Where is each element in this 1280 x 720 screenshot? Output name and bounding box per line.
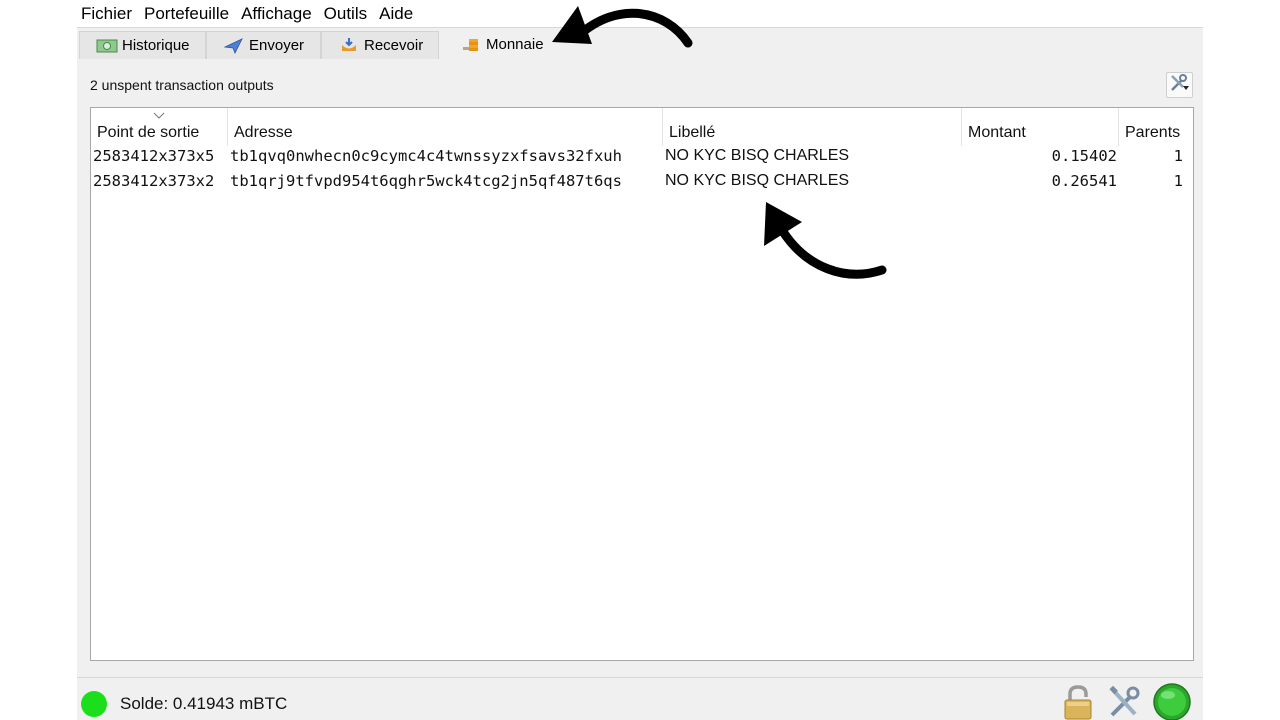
address-cell: tb1qvq0nwhecn0c9cymc4c4twnssyzxfsavs32fx… bbox=[230, 146, 622, 165]
annotation-arrow-icon bbox=[764, 202, 887, 279]
menu-fichier[interactable]: Fichier bbox=[81, 4, 132, 24]
tab-monnaie[interactable]: Monnaie bbox=[439, 29, 554, 59]
amount-cell: 0.26541 bbox=[1051, 171, 1117, 190]
address-cell: tb1qrj9tfvpd954t6qghr5wck4tcg2jn5qf487t6… bbox=[230, 171, 622, 190]
column-header-amount[interactable]: Montant bbox=[962, 108, 1119, 146]
column-header-address[interactable]: Adresse bbox=[228, 108, 663, 146]
outpoint-cell: 2583412x373x5 bbox=[93, 146, 215, 165]
table-row[interactable]: 2583412x373x2 tb1qrj9tfvpd954t6qghr5wck4… bbox=[91, 168, 1193, 193]
parents-cell: 1 bbox=[1173, 146, 1183, 165]
menu-portefeuille[interactable]: Portefeuille bbox=[144, 4, 229, 24]
tab-label: Monnaie bbox=[486, 36, 544, 53]
lock-icon[interactable] bbox=[1061, 684, 1095, 720]
outpoint-cell: 2583412x373x2 bbox=[93, 171, 215, 190]
column-header-parents[interactable]: Parents bbox=[1119, 108, 1193, 146]
network-status-icon[interactable] bbox=[1152, 682, 1192, 720]
send-icon bbox=[223, 37, 245, 55]
tab-recevoir[interactable]: Recevoir bbox=[321, 31, 439, 59]
electrum-window: Fichier Portefeuille Affichage Outils Ai… bbox=[77, 0, 1203, 720]
table-row[interactable]: 2583412x373x5 tb1qvq0nwhecn0c9cymc4c4twn… bbox=[91, 143, 1193, 168]
status-bar: Solde: 0.41943 mBTC bbox=[77, 677, 1203, 720]
table-header: Point de sortie Adresse Libellé Montant … bbox=[91, 108, 1193, 146]
menu-outils[interactable]: Outils bbox=[324, 4, 367, 24]
history-icon bbox=[96, 37, 118, 55]
utxo-table: Point de sortie Adresse Libellé Montant … bbox=[90, 107, 1194, 661]
label-cell: NO KYC BISQ CHARLES bbox=[665, 146, 850, 164]
tab-label: Historique bbox=[122, 37, 190, 54]
annotation-arrow-icon bbox=[552, 6, 693, 48]
menu-aide[interactable]: Aide bbox=[379, 4, 413, 24]
tab-envoyer[interactable]: Envoyer bbox=[206, 31, 321, 59]
sort-indicator-icon bbox=[153, 107, 165, 119]
utxo-count-label: 2 unspent transaction outputs bbox=[90, 77, 274, 93]
menu-affichage[interactable]: Affichage bbox=[241, 4, 312, 24]
tab-historique[interactable]: Historique bbox=[79, 31, 206, 59]
balance-label: Solde: 0.41943 mBTC bbox=[120, 694, 288, 713]
column-header-label[interactable]: Libellé bbox=[663, 108, 962, 146]
connection-indicator-icon bbox=[81, 691, 107, 717]
coins-icon bbox=[460, 36, 482, 54]
tools-icon bbox=[1169, 73, 1191, 98]
amount-cell: 0.15402 bbox=[1051, 146, 1117, 165]
receive-icon bbox=[338, 37, 360, 55]
preferences-icon[interactable] bbox=[1107, 684, 1141, 720]
tab-label: Envoyer bbox=[249, 37, 305, 54]
table-options-button[interactable] bbox=[1166, 72, 1193, 98]
parents-cell: 1 bbox=[1173, 171, 1183, 190]
label-cell: NO KYC BISQ CHARLES bbox=[665, 171, 850, 189]
tab-label: Recevoir bbox=[364, 37, 424, 54]
column-header-outpoint[interactable]: Point de sortie bbox=[91, 108, 228, 146]
